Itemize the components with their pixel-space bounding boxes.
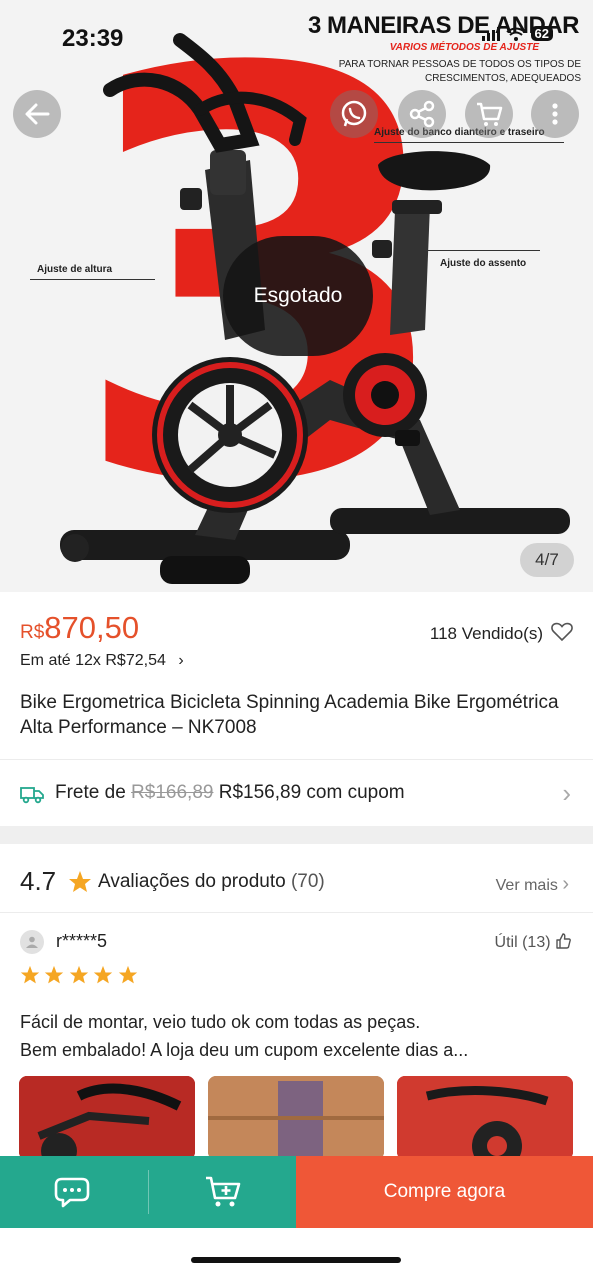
share-button[interactable] bbox=[398, 90, 446, 138]
chevron-right-icon: › bbox=[178, 652, 184, 669]
see-more-label: Ver mais bbox=[495, 877, 558, 894]
more-vertical-icon bbox=[552, 103, 558, 125]
reviews-title: Avaliações do produto bbox=[98, 871, 286, 892]
star-icon bbox=[118, 965, 137, 984]
price-row: R$870,50 118 Vendido(s) bbox=[0, 600, 593, 658]
review-photo[interactable] bbox=[208, 1076, 384, 1160]
battery-icon: 62 bbox=[530, 26, 553, 42]
star-icon bbox=[45, 965, 64, 984]
chevron-right-icon: › bbox=[562, 778, 571, 808]
back-arrow-icon bbox=[25, 103, 50, 125]
product-price: R$870,50 bbox=[20, 610, 139, 646]
product-image-carousel[interactable]: 3 MANEIRAS DE ANDAR VARIOS MÉTODOS DE AJ… bbox=[0, 0, 593, 592]
bottom-action-bar: Compre agora bbox=[0, 1156, 593, 1228]
review-photo-bike bbox=[397, 1076, 573, 1160]
price-currency: R$ bbox=[20, 622, 45, 643]
callout-seat-adjust: Ajuste do assento bbox=[440, 258, 527, 269]
bottom-left-actions bbox=[0, 1156, 296, 1228]
truck-icon bbox=[20, 787, 44, 804]
cart-button[interactable] bbox=[465, 90, 513, 138]
star-icon bbox=[69, 965, 89, 984]
whatsapp-button[interactable] bbox=[330, 90, 378, 138]
status-time: 23:39 bbox=[62, 25, 124, 52]
product-title: Bike Ergometrica Bicicleta Spinning Acad… bbox=[20, 692, 559, 738]
divider bbox=[0, 912, 593, 913]
avatar bbox=[20, 930, 44, 954]
reviews-count: (70) bbox=[290, 871, 325, 892]
review-text-line: Bem embalado! A loja deu um cupom excele… bbox=[20, 1040, 469, 1060]
reviewer-name: r*****5 bbox=[56, 931, 108, 951]
callout-line bbox=[30, 279, 155, 280]
user-icon bbox=[26, 936, 38, 948]
promo-subtitle: VARIOS MÉTODOS DE AJUSTE bbox=[389, 42, 539, 53]
rating-score: 4.7 bbox=[20, 866, 57, 896]
whatsapp-icon bbox=[341, 100, 367, 127]
sold-out-badge: Esgotado bbox=[223, 236, 373, 356]
review-photo[interactable] bbox=[19, 1076, 195, 1160]
promo-description: PARA TORNAR PESSOAS DE TODOS OS TIPOS DE… bbox=[338, 59, 581, 84]
wifi-icon bbox=[506, 27, 526, 41]
shipping-row[interactable]: Frete de R$166,89 R$156,89 com cupom › bbox=[0, 760, 593, 826]
status-icons: 62 bbox=[481, 25, 553, 43]
callout-front-back-adjust: Ajuste do banco dianteiro e traseiro bbox=[374, 127, 545, 138]
reviews-header[interactable]: 4.7 Avaliações do produto (70) Ver mais … bbox=[0, 858, 593, 908]
thumbs-up-icon bbox=[556, 933, 571, 949]
helpful-button[interactable]: Útil (13) bbox=[495, 933, 571, 952]
installment-text: Em até 12x R$72,54 bbox=[20, 652, 166, 669]
star-icon bbox=[94, 965, 113, 984]
chevron-right-icon: › bbox=[562, 873, 569, 895]
callout-line bbox=[400, 250, 540, 251]
shipping-old-price: R$166,89 bbox=[131, 782, 214, 803]
image-counter: 4/7 bbox=[520, 543, 574, 577]
shipping-text: Frete de R$166,89 R$156,89 com cupom bbox=[55, 782, 405, 804]
callout-line bbox=[374, 142, 564, 143]
signal-icon bbox=[481, 26, 500, 41]
reviews-label: Avaliações do produto (70) bbox=[98, 871, 325, 893]
chat-button[interactable] bbox=[0, 1156, 148, 1228]
back-button[interactable] bbox=[13, 90, 61, 138]
star-icon bbox=[20, 965, 40, 984]
callout-height-adjust: Ajuste de altura bbox=[37, 264, 113, 275]
price-value: 870,50 bbox=[44, 610, 140, 645]
installment-info[interactable]: Em até 12x R$72,54 › bbox=[20, 652, 184, 670]
section-gap bbox=[0, 826, 593, 844]
add-to-cart-button[interactable] bbox=[149, 1156, 296, 1228]
review-photo-box bbox=[208, 1076, 384, 1160]
review-stars bbox=[20, 965, 138, 990]
share-icon bbox=[409, 100, 435, 128]
review-text: Fácil de montar, veio tudo ok com todas … bbox=[20, 1008, 575, 1064]
star-icon bbox=[69, 871, 91, 892]
shipping-prefix: Frete de bbox=[55, 782, 126, 803]
more-options-button[interactable] bbox=[531, 90, 579, 138]
heart-icon[interactable] bbox=[551, 622, 573, 642]
review-photo[interactable] bbox=[397, 1076, 573, 1160]
review-text-line: Fácil de montar, veio tudo ok com todas … bbox=[20, 1012, 421, 1032]
chat-icon bbox=[54, 1177, 90, 1208]
see-more-link[interactable]: Ver mais › bbox=[496, 873, 569, 896]
shipping-new-price: R$156,89 com cupom bbox=[218, 782, 405, 803]
review-photo-bike bbox=[19, 1076, 195, 1160]
add-to-cart-icon bbox=[205, 1176, 240, 1207]
cart-icon bbox=[477, 102, 503, 126]
buy-now-button[interactable]: Compre agora bbox=[296, 1156, 593, 1228]
sold-count: 118 Vendido(s) bbox=[429, 624, 543, 643]
helpful-count: Útil (13) bbox=[494, 934, 551, 951]
home-indicator bbox=[191, 1257, 401, 1263]
